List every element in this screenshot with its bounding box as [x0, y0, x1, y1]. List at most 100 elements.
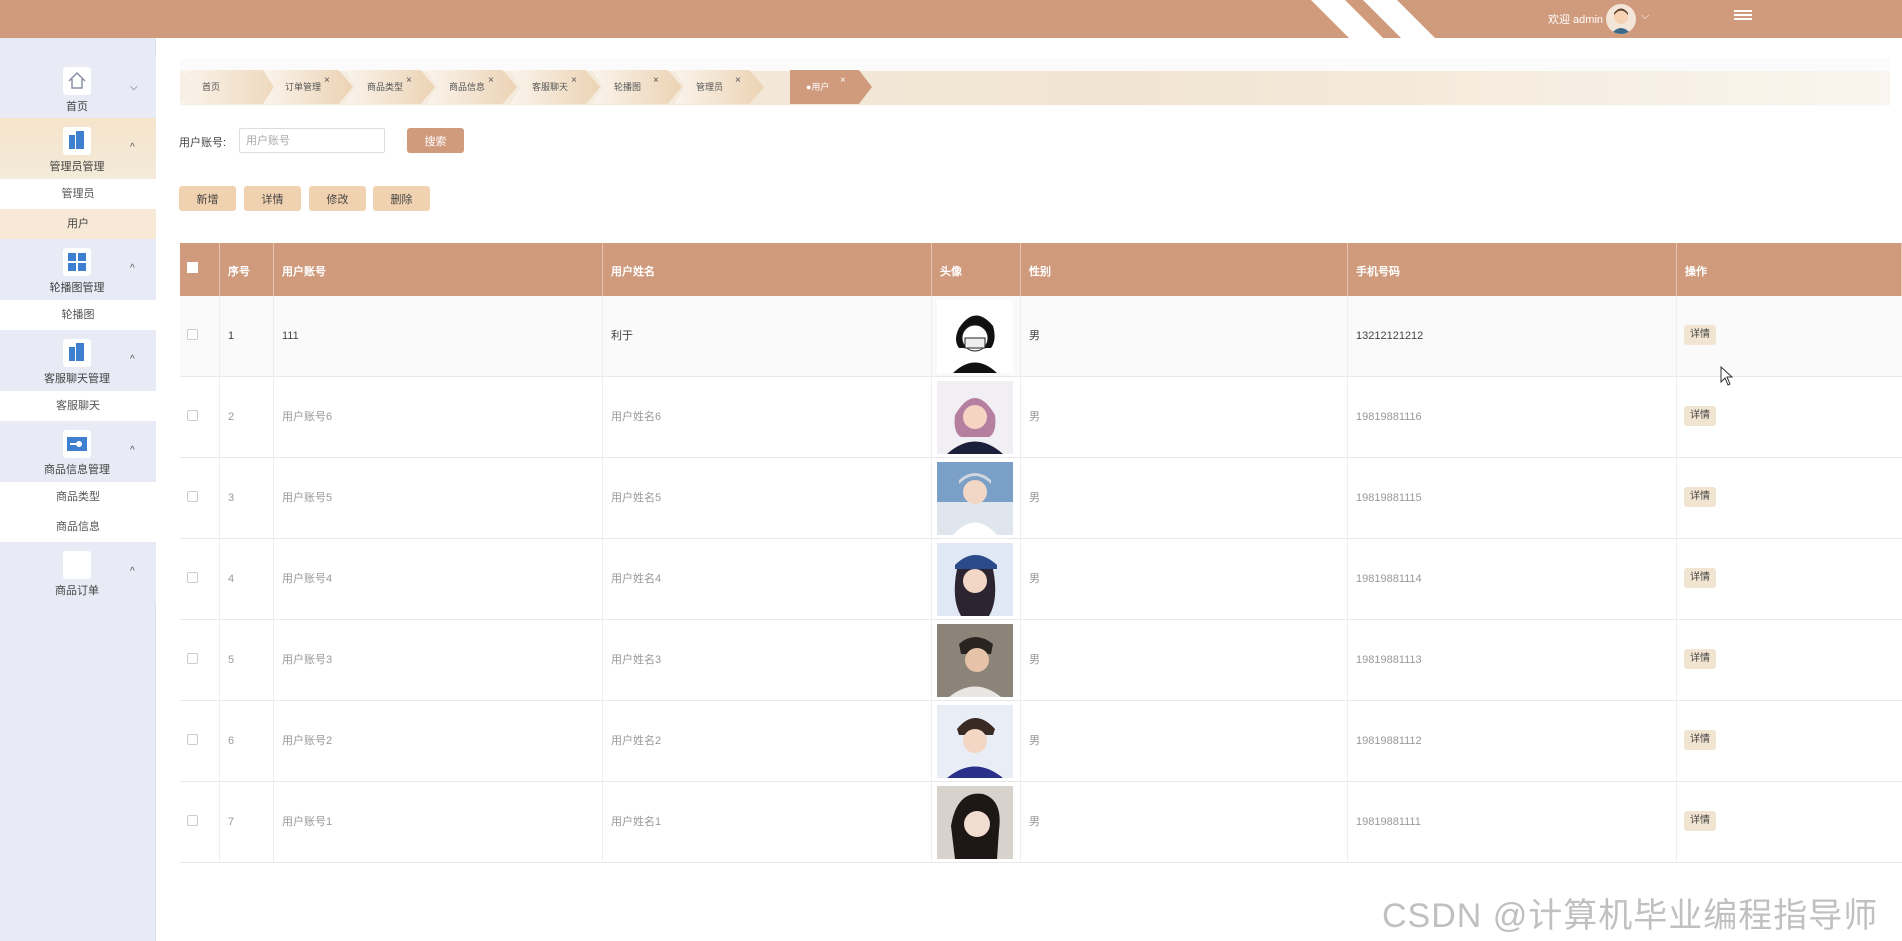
chevron-up-icon: ^ [130, 142, 135, 153]
table-row[interactable]: 3 用户账号5 用户姓名5 男 19819881115 详情 [180, 458, 1902, 539]
row-detail-button[interactable]: 详情 [1684, 730, 1716, 750]
user-avatar[interactable] [1606, 4, 1636, 34]
user-avatar-image [937, 381, 1013, 454]
sidebar-item-product-type[interactable]: 商品类型 [0, 482, 156, 512]
cell-account: 用户账号1 [274, 782, 603, 863]
close-icon[interactable]: × [735, 70, 741, 98]
cell-no: 6 [220, 701, 274, 782]
close-icon[interactable]: × [324, 70, 330, 98]
cell-phone: 19819881112 [1348, 701, 1677, 782]
cell-phone: 13212121212 [1348, 296, 1677, 377]
table-row[interactable]: 7 用户账号1 用户姓名1 男 19819881111 详情 [180, 782, 1902, 863]
sidebar-group-carousel[interactable]: 轮播图管理 ^ [0, 239, 156, 300]
row-checkbox[interactable] [187, 572, 198, 583]
chevron-up-icon: ^ [130, 263, 135, 274]
row-detail-button[interactable]: 详情 [1684, 487, 1716, 507]
chevron-down-icon[interactable]: ⌵ [1641, 10, 1649, 23]
row-checkbox[interactable] [187, 815, 198, 826]
select-all-header [180, 243, 220, 296]
user-avatar-image [937, 462, 1013, 535]
cell-no: 4 [220, 539, 274, 620]
cell-account: 111 [274, 296, 603, 377]
row-select [180, 782, 220, 863]
tag-user[interactable]: ●用户 × [790, 70, 872, 104]
detail-button[interactable]: 详情 [244, 186, 301, 211]
tag-admin[interactable]: 管理员 × [674, 70, 764, 104]
chevron-up-icon: ^ [130, 566, 135, 577]
add-button[interactable]: 新增 [179, 186, 236, 211]
close-icon[interactable]: × [571, 70, 577, 98]
table-row[interactable]: 6 用户账号2 用户姓名2 男 19819881112 详情 [180, 701, 1902, 782]
cell-gender: 男 [1021, 458, 1348, 539]
close-icon[interactable]: × [488, 70, 494, 98]
sidebar-group-label: 管理员管理 [49, 161, 105, 173]
row-checkbox[interactable] [187, 410, 198, 421]
hamburger-icon[interactable] [1734, 8, 1752, 26]
cell-phone: 19819881114 [1348, 539, 1677, 620]
row-checkbox[interactable] [187, 734, 198, 745]
tag-customer-chat[interactable]: 客服聊天 × [510, 70, 600, 104]
sidebar-item-carousel[interactable]: 轮播图 [0, 300, 156, 330]
watermark: CSDN @计算机毕业编程指导师 [1382, 897, 1879, 935]
close-icon[interactable]: × [653, 70, 659, 98]
sidebar-group-admin[interactable]: 管理员管理 ^ [0, 118, 156, 179]
chevron-up-icon: ^ [130, 445, 135, 456]
tag-carousel[interactable]: 轮播图 × [592, 70, 682, 104]
sidebar-group-product[interactable]: 商品信息管理 ^ [0, 421, 156, 482]
row-detail-button[interactable]: 详情 [1684, 649, 1716, 669]
cell-account: 用户账号3 [274, 620, 603, 701]
user-avatar-image [937, 300, 1013, 373]
close-icon[interactable]: × [406, 70, 412, 98]
column-header: 用户账号 [274, 243, 603, 296]
close-icon[interactable]: × [840, 70, 846, 98]
sidebar-item-chat[interactable]: 客服聊天 [0, 391, 156, 421]
table-row[interactable]: 1 111 利于 男 13212121212 详情 [180, 296, 1902, 377]
sidebar-group-label: 轮播图管理 [49, 282, 105, 294]
chevron-up-icon: ^ [130, 354, 135, 365]
sidebar-group-home[interactable]: 首页 ⌵ [0, 58, 156, 119]
row-detail-button[interactable]: 详情 [1684, 811, 1716, 831]
row-detail-button[interactable]: 详情 [1684, 568, 1716, 588]
sidebar-item-admin[interactable]: 管理员 [0, 179, 156, 209]
column-header: 序号 [220, 243, 274, 296]
top-header: 欢迎 admin ⌵ [0, 0, 1902, 38]
sidebar-group-order[interactable]: 商品订单 ^ [0, 542, 156, 603]
row-select [180, 539, 220, 620]
search-input[interactable] [239, 128, 385, 153]
sidebar-item-product-info[interactable]: 商品信息 [0, 512, 156, 542]
row-select [180, 296, 220, 377]
row-checkbox[interactable] [187, 329, 198, 340]
tag-product-info[interactable]: 商品信息 × [427, 70, 517, 104]
table-row[interactable]: 2 用户账号6 用户姓名6 男 19819881116 详情 [180, 377, 1902, 458]
edit-button[interactable]: 修改 [309, 186, 366, 211]
user-avatar-image [937, 543, 1013, 616]
building-icon [63, 339, 91, 367]
select-all-checkbox[interactable] [187, 262, 198, 273]
sidebar-group-label: 商品订单 [55, 585, 99, 597]
tag-bar: 首页 订单管理 × 商品类型 × 商品信息 × 客服聊天 × 轮播图 × 管理员 × ●用户… [180, 58, 1890, 106]
column-header: 头像 [932, 243, 1021, 296]
row-select [180, 458, 220, 539]
sidebar-group-chat[interactable]: 客服聊天管理 ^ [0, 330, 156, 391]
column-header: 性别 [1021, 243, 1348, 296]
blank-icon [63, 551, 91, 579]
row-detail-button[interactable]: 详情 [1684, 406, 1716, 426]
cell-no: 5 [220, 620, 274, 701]
sidebar-item-user[interactable]: 用户 [0, 209, 156, 239]
delete-button[interactable]: 删除 [373, 186, 430, 211]
row-select [180, 620, 220, 701]
tag-order-management[interactable]: 订单管理 × [263, 70, 353, 104]
cell-phone: 19819881115 [1348, 458, 1677, 539]
row-checkbox[interactable] [187, 491, 198, 502]
table-row[interactable]: 5 用户账号3 用户姓名3 男 19819881113 详情 [180, 620, 1902, 701]
search-button[interactable]: 搜索 [407, 128, 464, 153]
user-avatar-image [937, 705, 1013, 778]
cell-gender: 男 [1021, 377, 1348, 458]
row-checkbox[interactable] [187, 653, 198, 664]
cell-account: 用户账号5 [274, 458, 603, 539]
row-detail-button[interactable]: 详情 [1684, 325, 1716, 345]
tag-product-type[interactable]: 商品类型 × [345, 70, 435, 104]
welcome-text: 欢迎 admin [1548, 14, 1604, 26]
table-row[interactable]: 4 用户账号4 用户姓名4 男 19819881114 详情 [180, 539, 1902, 620]
home-icon [63, 67, 91, 95]
